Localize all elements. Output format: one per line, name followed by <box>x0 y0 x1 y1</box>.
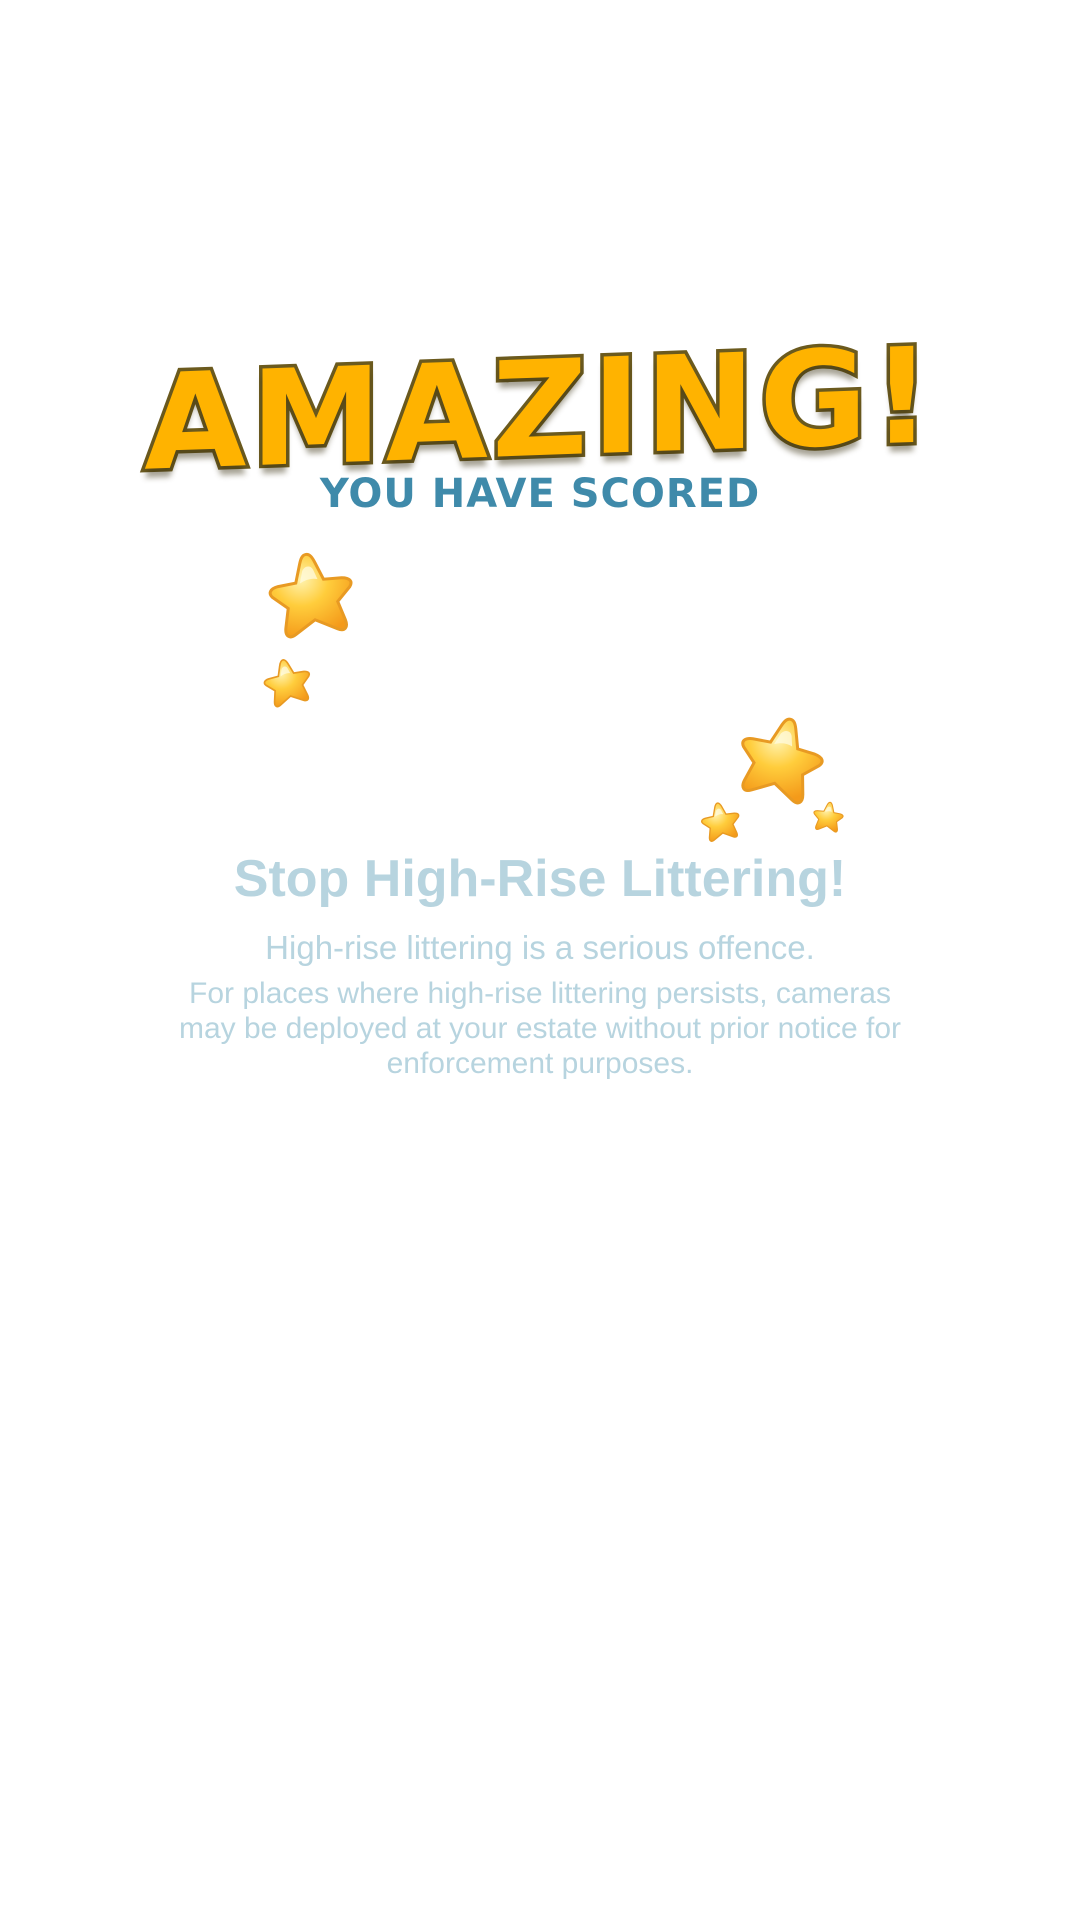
star-icon <box>694 796 747 849</box>
message-body: For places where high-rise littering per… <box>178 977 902 1080</box>
message-subline: High-rise littering is a serious offence… <box>265 929 815 966</box>
star-icon <box>255 651 321 717</box>
star-icon <box>256 542 369 655</box>
star-icon <box>808 798 849 839</box>
message-headline: Stop High-Rise Littering! <box>233 850 847 908</box>
result-subtitle: YOU HAVE SCORED <box>319 471 761 517</box>
score-screen: AMAZING! YOU HAVE SCORED Stop High-Rise … <box>0 0 1080 1920</box>
